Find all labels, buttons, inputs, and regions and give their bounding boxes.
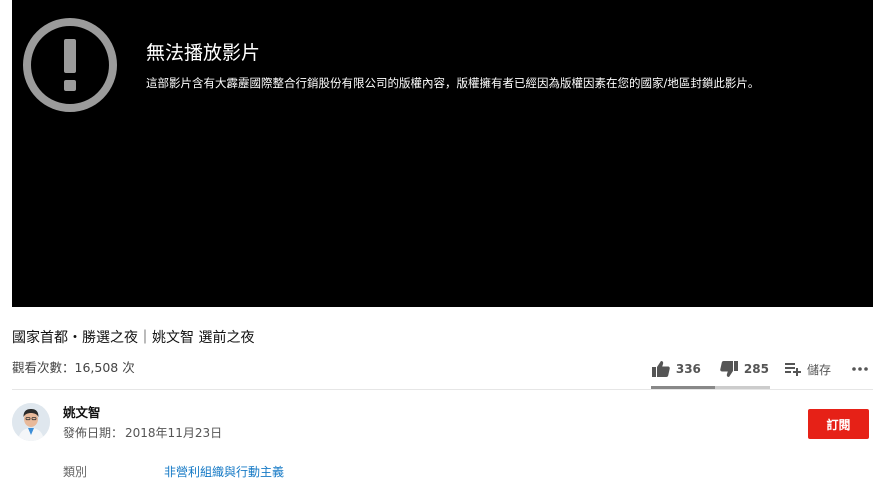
view-count: 觀看次數：16,508 次 bbox=[12, 360, 135, 375]
thumbs-up-icon bbox=[651, 361, 670, 377]
save-button[interactable]: 儲存 bbox=[784, 361, 831, 378]
publish-date-label: 發佈日期： bbox=[63, 426, 124, 440]
video-title: 國家首都・勝選之夜｜姚文智 選前之夜 bbox=[12, 330, 255, 346]
avatar-image bbox=[12, 403, 50, 441]
channel-name[interactable]: 姚文智 bbox=[63, 404, 101, 422]
like-count: 336 bbox=[675, 362, 701, 376]
thumbs-down-icon bbox=[720, 361, 738, 377]
more-horizontal-icon bbox=[852, 367, 868, 371]
publish-date-line: 發佈日期： 2018年11月23日 bbox=[63, 424, 222, 442]
error-exclamation-icon bbox=[23, 18, 117, 112]
dislike-count: 285 bbox=[743, 362, 769, 376]
category-link[interactable]: 非營利組織與行動主義 bbox=[164, 463, 284, 481]
save-label: 儲存 bbox=[806, 362, 831, 377]
dislike-button[interactable]: 285 bbox=[720, 361, 769, 377]
subscribe-button[interactable]: 訂閱 bbox=[808, 409, 869, 439]
like-button[interactable]: 336 bbox=[651, 361, 701, 377]
publish-date: 2018年11月23日 bbox=[125, 426, 223, 440]
action-bar: 336 285 儲存 bbox=[651, 356, 869, 382]
channel-avatar[interactable] bbox=[12, 403, 50, 441]
divider bbox=[12, 389, 873, 390]
error-title: 無法播放影片 bbox=[146, 42, 261, 64]
more-actions-button[interactable] bbox=[851, 367, 869, 371]
video-player[interactable]: 無法播放影片 這部影片含有大霹靂國際整合行銷股份有限公司的版權內容，版權擁有者已… bbox=[12, 0, 873, 307]
category-label: 類別 bbox=[63, 465, 88, 479]
error-message: 這部影片含有大霹靂國際整合行銷股份有限公司的版權內容，版權擁有者已經因為版權因素… bbox=[146, 76, 760, 90]
playlist-add-icon bbox=[784, 363, 801, 376]
